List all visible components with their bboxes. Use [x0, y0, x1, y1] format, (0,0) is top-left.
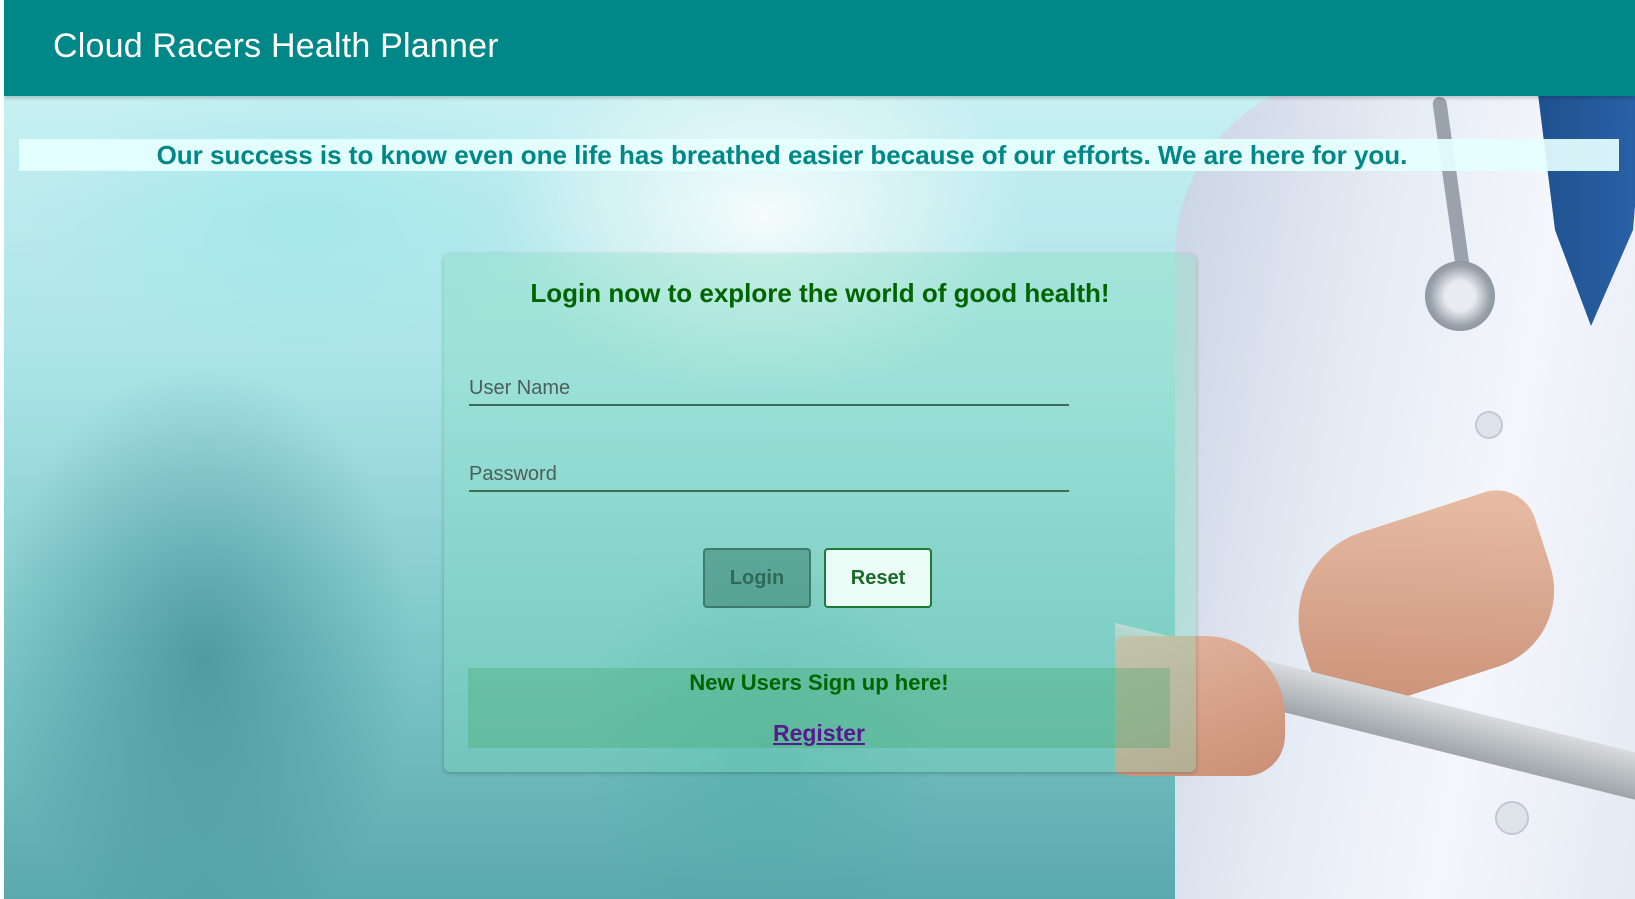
register-link[interactable]: Register — [773, 720, 865, 747]
signup-section: New Users Sign up here! Register — [468, 668, 1170, 748]
login-card-title: Login now to explore the world of good h… — [530, 278, 1110, 308]
password-field — [469, 448, 1069, 492]
password-input[interactable] — [469, 448, 1069, 490]
stethoscope-icon — [1425, 261, 1495, 331]
username-input[interactable] — [469, 362, 1069, 404]
coat-button — [1475, 411, 1503, 439]
login-button[interactable]: Login — [703, 548, 811, 608]
reset-button[interactable]: Reset — [824, 548, 932, 608]
coat-button — [1495, 801, 1529, 835]
tagline-text: Our success is to know even one life has… — [156, 140, 1408, 170]
username-field — [469, 362, 1069, 406]
login-card: Login now to explore the world of good h… — [444, 254, 1196, 772]
page: Cloud Racers Health Planner Our success … — [4, 0, 1635, 899]
signup-prompt: New Users Sign up here! — [689, 670, 949, 695]
navbar: Cloud Racers Health Planner — [4, 0, 1635, 96]
tagline-banner: Our success is to know even one life has… — [19, 139, 1619, 171]
app-title[interactable]: Cloud Racers Health Planner — [53, 27, 499, 66]
